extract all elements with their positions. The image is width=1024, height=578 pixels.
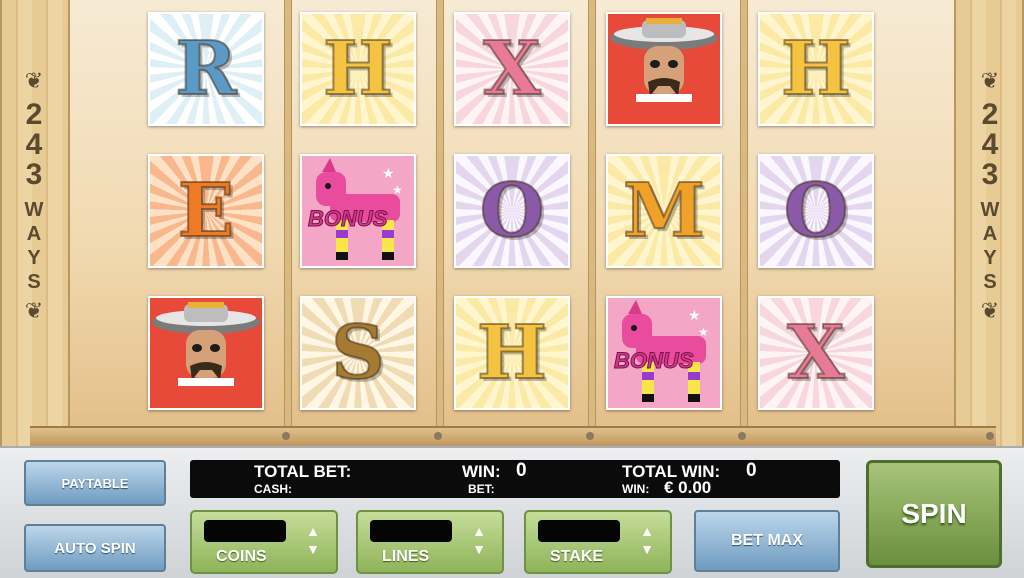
scroll-ornament-icon: ❦ <box>24 68 44 93</box>
lines-stepper[interactable]: LINES ▲ ▼ <box>356 510 504 574</box>
paytable-button[interactable]: PAYTABLE <box>24 460 166 506</box>
symbol-letter: H <box>322 26 394 112</box>
symbol-m: M <box>606 154 722 268</box>
bet-max-button[interactable]: BET MAX <box>694 510 840 572</box>
scroll-ornament-icon: ❦ <box>980 68 1000 93</box>
symbol-letter: O <box>783 168 849 254</box>
stake-label: STAKE <box>550 548 604 565</box>
ways-badge-right: ❦ 243 WAYS ❦ <box>970 70 1010 322</box>
bonus-label: BONUS <box>613 348 694 374</box>
ways-number: 243 <box>981 98 999 191</box>
symbol-x: X <box>758 296 874 410</box>
reel-divider <box>588 0 596 430</box>
coins-value-field <box>204 520 286 542</box>
win-cash-value: € 0.00 <box>664 478 712 497</box>
symbol-s: S <box>300 296 416 410</box>
bonus-label: BONUS <box>307 206 388 232</box>
bolt-icon <box>586 432 594 440</box>
symbol-letter: X <box>482 26 541 112</box>
symbol-o: O <box>758 154 874 268</box>
symbol-bandit <box>148 296 264 410</box>
symbol-bandit <box>606 12 722 126</box>
symbol-letter: E <box>177 168 235 254</box>
win-cash-label: WIN: <box>622 482 650 496</box>
scroll-ornament-icon: ❦ <box>24 298 44 323</box>
stake-value-field <box>538 520 620 542</box>
svg-text:★: ★ <box>688 307 701 323</box>
svg-text:★: ★ <box>382 165 395 181</box>
symbol-o: O <box>454 154 570 268</box>
symbol-h: H <box>300 12 416 126</box>
cash-label: CASH: <box>254 482 292 496</box>
symbol-x: X <box>454 12 570 126</box>
up-down-arrows-icon[interactable]: ▲ ▼ <box>634 522 660 562</box>
control-panel: PAYTABLE AUTO SPIN TOTAL BET: CASH: WIN:… <box>0 446 1024 578</box>
win-value: 0 <box>516 460 527 481</box>
symbol-e: E <box>148 154 264 268</box>
bet-label: BET: <box>468 482 495 496</box>
bet-info-display: TOTAL BET: CASH: WIN: 0 BET: TOTAL WIN: … <box>190 460 840 498</box>
up-down-arrows-icon[interactable]: ▲ ▼ <box>300 522 326 562</box>
reel-divider <box>740 0 748 430</box>
bolt-icon <box>282 432 290 440</box>
bandit-icon <box>608 14 720 124</box>
up-down-arrows-icon[interactable]: ▲ ▼ <box>466 522 492 562</box>
left-post: ❦ 243 WAYS ❦ <box>0 0 70 446</box>
symbol-letter: O <box>479 168 545 254</box>
stake-stepper[interactable]: STAKE ▲ ▼ <box>524 510 672 574</box>
symbol-h: H <box>758 12 874 126</box>
symbol-r: R <box>148 12 264 126</box>
total-bet-label: TOTAL BET: <box>254 462 352 481</box>
win-label: WIN: <box>462 462 501 481</box>
symbol-bonus: ★ ★ BONUS <box>606 296 722 410</box>
symbol-h: H <box>454 296 570 410</box>
coins-label: COINS <box>216 548 267 565</box>
spin-button[interactable]: SPIN <box>866 460 1002 568</box>
ways-badge-left: ❦ 243 WAYS ❦ <box>14 70 54 322</box>
symbol-letter: S <box>330 310 385 396</box>
symbol-letter: R <box>174 26 237 112</box>
coins-stepper[interactable]: COINS ▲ ▼ <box>190 510 338 574</box>
symbol-letter: H <box>476 310 548 396</box>
reel-divider <box>284 0 292 430</box>
auto-spin-button[interactable]: AUTO SPIN <box>24 524 166 572</box>
ways-word: WAYS <box>24 199 44 293</box>
symbol-letter: H <box>780 26 852 112</box>
lines-value-field <box>370 520 452 542</box>
bolt-icon <box>986 432 994 440</box>
reel-divider <box>436 0 444 430</box>
ways-word: WAYS <box>980 199 1000 293</box>
bolt-icon <box>434 432 442 440</box>
bolt-icon <box>738 432 746 440</box>
game-area: ❦ 243 WAYS ❦ ❦ 243 WAYS ❦ R E H ★ ★ BONUS S X O H… <box>0 0 1024 446</box>
right-post: ❦ 243 WAYS ❦ <box>954 0 1024 446</box>
ways-number: 243 <box>25 98 43 191</box>
reel-floor <box>30 426 996 446</box>
total-win-value: 0 <box>746 460 757 481</box>
scroll-ornament-icon: ❦ <box>980 298 1000 323</box>
symbol-bonus: ★ ★ BONUS <box>300 154 416 268</box>
symbol-letter: M <box>622 168 706 254</box>
symbol-letter: X <box>786 310 845 396</box>
bandit-icon <box>150 298 262 408</box>
lines-label: LINES <box>382 548 430 565</box>
